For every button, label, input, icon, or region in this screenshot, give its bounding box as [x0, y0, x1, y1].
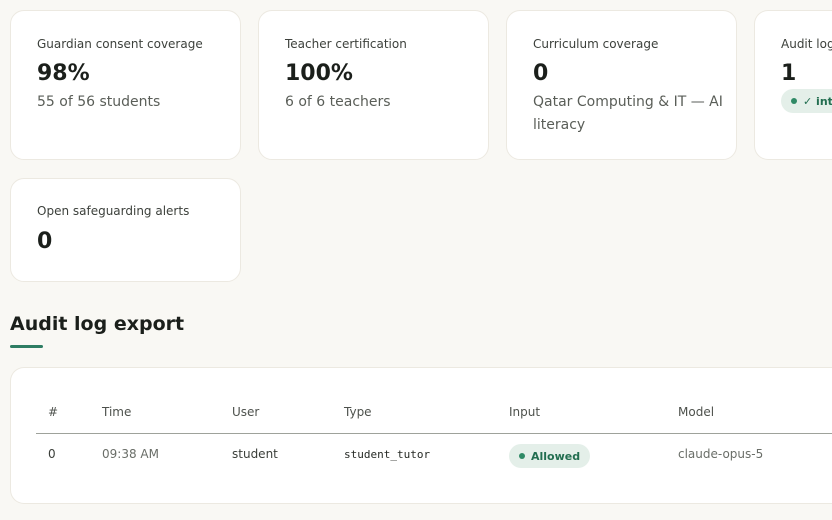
stat-label: Guardian consent coverage — [37, 37, 203, 51]
column-header-time[interactable]: Time — [102, 405, 131, 419]
cell-input: Allowed — [509, 444, 591, 468]
stat-card-guardian-consent: Guardian consent coverage 98% 55 of 56 s… — [10, 10, 241, 160]
column-header-type[interactable]: Type — [344, 405, 372, 419]
dashboard-viewport: Guardian consent coverage 98% 55 of 56 s… — [0, 0, 832, 520]
cell-time: 09:38 AM — [102, 447, 159, 461]
cell-model: claude-opus-5 — [678, 447, 764, 461]
status-dot-icon — [519, 453, 525, 459]
input-allowed-badge: Allowed — [509, 444, 591, 468]
column-header-input[interactable]: Input — [509, 405, 540, 419]
audit-table-card — [10, 367, 832, 504]
stat-value: 100% — [285, 61, 353, 86]
audit-status-wrapper: ✓ intact — [781, 89, 832, 113]
column-header-index: # — [48, 405, 59, 419]
column-header-model[interactable]: Model — [678, 405, 714, 419]
stat-card-teacher-certification: Teacher certification 100% 6 of 6 teache… — [258, 10, 489, 160]
audit-intact-label: ✓ intact — [803, 94, 832, 108]
stat-subtext: 55 of 56 students — [37, 94, 161, 110]
stat-value: 98% — [37, 61, 90, 86]
table-header-divider — [36, 433, 832, 434]
column-header-user[interactable]: User — [232, 405, 259, 419]
section-title: Audit log export — [10, 313, 185, 335]
stat-label: Curriculum coverage — [533, 37, 659, 51]
stat-card-safeguarding-alerts: Open safeguarding alerts 0 — [10, 178, 241, 282]
cell-type: student_tutor — [344, 448, 431, 461]
stat-value: 1 — [781, 61, 797, 86]
stat-card-curriculum-coverage: Curriculum coverage 0 Qatar Computing & … — [506, 10, 737, 160]
audit-intact-badge: ✓ intact — [781, 89, 832, 113]
section-title-underline — [10, 345, 43, 348]
input-status-label: Allowed — [531, 449, 581, 463]
stat-label: Open safeguarding alerts — [37, 204, 190, 218]
status-dot-icon — [791, 98, 797, 104]
stat-value: 0 — [533, 61, 549, 86]
stat-value: 0 — [37, 229, 53, 254]
stat-subtext: Qatar Computing & IT — AI literacy — [533, 94, 723, 133]
cell-index: 0 — [48, 447, 56, 461]
stat-label: Teacher certification — [285, 37, 407, 51]
stat-label: Audit log — [781, 37, 832, 51]
stat-subtext: 6 of 6 teachers — [285, 94, 391, 110]
stat-card-audit-log: Audit log 1 ✓ intact — [754, 10, 832, 160]
cell-user: student — [232, 447, 278, 461]
